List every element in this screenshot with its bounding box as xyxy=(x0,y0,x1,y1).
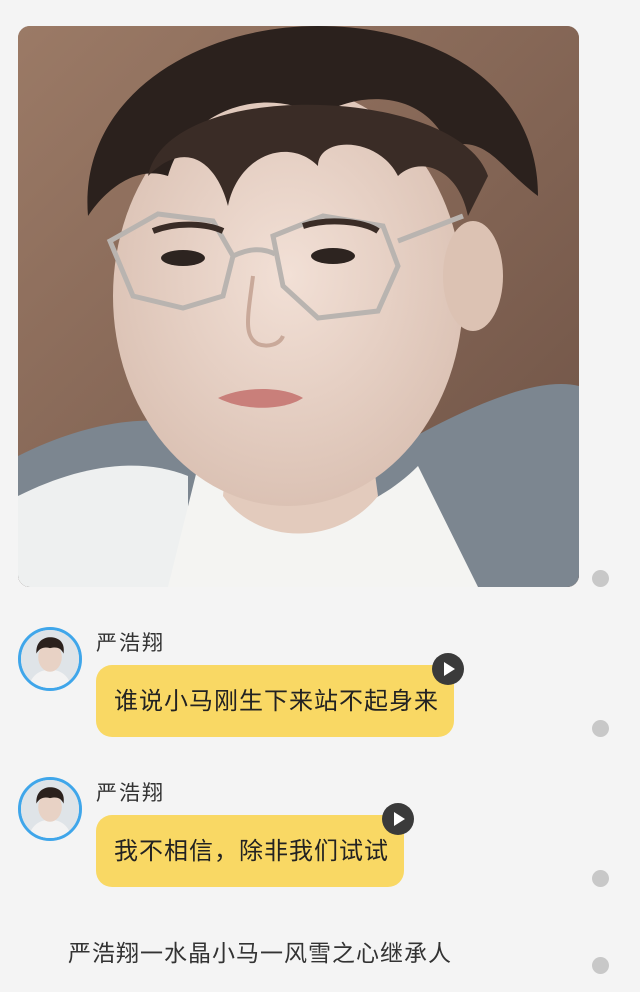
portrait-photo[interactable] xyxy=(18,26,579,587)
play-icon[interactable] xyxy=(382,803,414,835)
caption-text: 严浩翔一水晶小马一风雪之心继承人 xyxy=(68,941,452,967)
message-bubble[interactable]: 谁说小马刚生下来站不起身来 xyxy=(96,665,454,737)
avatar-image xyxy=(21,780,79,838)
play-icon[interactable] xyxy=(432,653,464,685)
status-dot xyxy=(592,570,609,587)
status-dot xyxy=(592,957,609,974)
user-avatar[interactable] xyxy=(18,777,82,841)
avatar-image xyxy=(21,630,79,688)
message-bubble[interactable]: 我不相信，除非我们试试 xyxy=(96,815,404,887)
portrait-illustration xyxy=(18,26,579,587)
sender-name: 严浩翔 xyxy=(96,631,165,655)
status-dot xyxy=(592,720,609,737)
sender-name: 严浩翔 xyxy=(96,781,165,805)
user-avatar[interactable] xyxy=(18,627,82,691)
status-dot xyxy=(592,870,609,887)
